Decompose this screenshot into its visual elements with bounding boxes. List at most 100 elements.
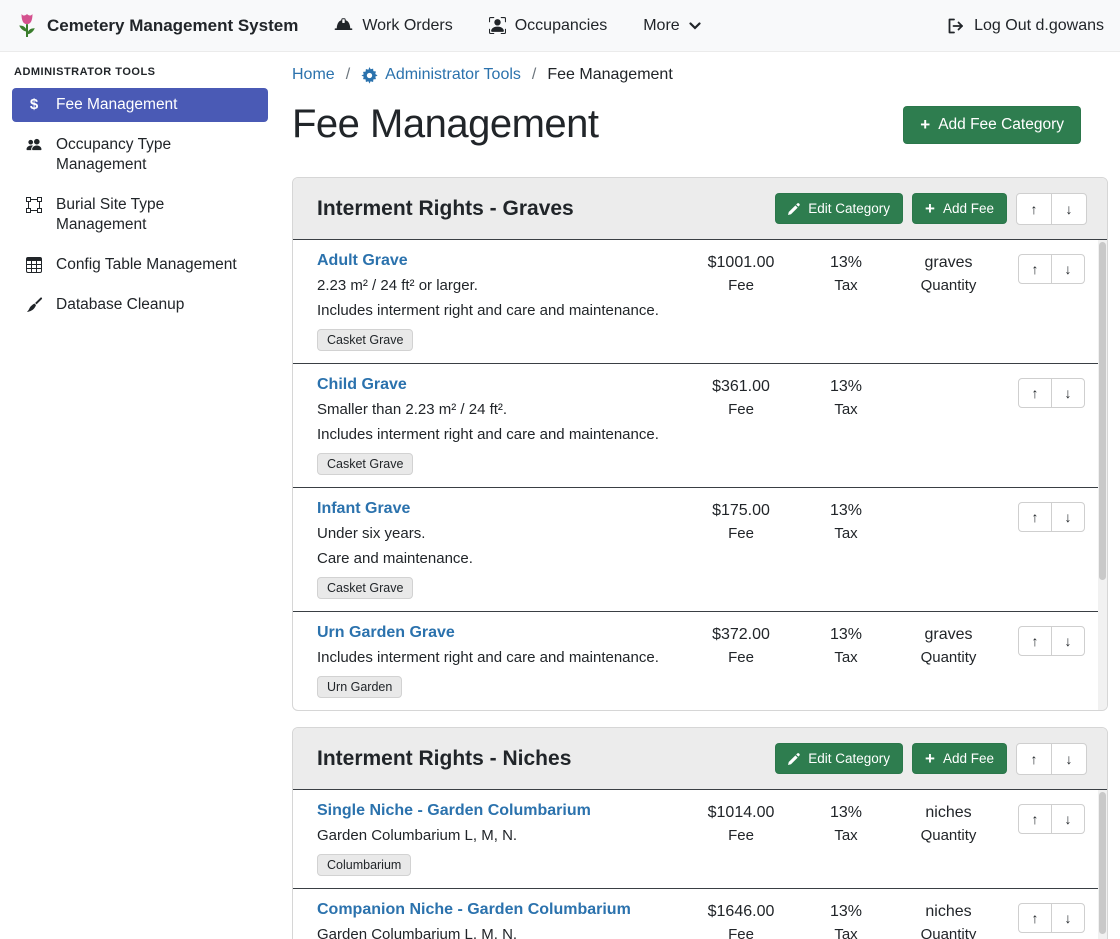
fee-name-link[interactable]: Adult Grave xyxy=(317,252,686,270)
scrollbar-thumb[interactable] xyxy=(1099,792,1106,934)
nav-occupancies-label: Occupancies xyxy=(515,17,608,35)
arrow-down-icon: ↓ xyxy=(1065,910,1072,926)
fee-info: Adult Grave 2.23 m² / 24 ft² or larger. … xyxy=(317,252,686,351)
move-fee-down-button[interactable]: ↓ xyxy=(1051,626,1085,656)
top-navbar: Cemetery Management System Work Orders O… xyxy=(0,0,1120,52)
sidebar-item-fee-management[interactable]: $ Fee Management xyxy=(12,88,268,122)
plus-icon: + xyxy=(925,203,935,215)
arrow-up-icon: ↑ xyxy=(1032,811,1039,827)
dollar-icon: $ xyxy=(24,97,44,113)
move-category-down-button[interactable]: ↓ xyxy=(1051,743,1087,775)
fee-name-link[interactable]: Single Niche - Garden Columbarium xyxy=(317,802,686,820)
nav-work-orders[interactable]: Work Orders xyxy=(334,17,452,35)
add-fee-category-button[interactable]: + Add Fee Category xyxy=(903,106,1081,144)
fee-quantity-label: Quantity xyxy=(896,926,1001,939)
vertical-scrollbar[interactable] xyxy=(1098,240,1107,710)
fee-row: Child Grave Smaller than 2.23 m² / 24 ft… xyxy=(293,363,1107,487)
edit-category-button[interactable]: Edit Category xyxy=(775,743,903,774)
fee-name-link[interactable]: Child Grave xyxy=(317,376,686,394)
move-fee-up-button[interactable]: ↑ xyxy=(1018,903,1052,933)
logout-button[interactable]: Log Out d.gowans xyxy=(947,17,1104,35)
breadcrumb-admin-tools-link[interactable]: Administrator Tools xyxy=(361,66,521,84)
fee-tax-value: 13% xyxy=(796,626,896,644)
move-category-up-button[interactable]: ↑ xyxy=(1016,193,1052,225)
move-fee-down-button[interactable]: ↓ xyxy=(1051,903,1085,933)
arrow-down-icon: ↓ xyxy=(1065,385,1072,401)
arrow-up-icon: ↑ xyxy=(1031,751,1038,767)
move-fee-down-button[interactable]: ↓ xyxy=(1051,502,1085,532)
logout-icon xyxy=(947,18,965,34)
move-fee-down-button[interactable]: ↓ xyxy=(1051,378,1085,408)
sidebar-item-burial-site-type-management[interactable]: Burial Site Type Management xyxy=(12,188,268,242)
fee-reorder-buttons: ↑ ↓ xyxy=(1001,500,1085,532)
nav-more[interactable]: More xyxy=(643,17,700,35)
fee-amount-label: Fee xyxy=(686,401,796,418)
sidebar-heading: ADMINISTRATOR TOOLS xyxy=(14,66,268,78)
fee-name-link[interactable]: Infant Grave xyxy=(317,500,686,518)
brand[interactable]: Cemetery Management System xyxy=(16,13,298,39)
nav-occupancies[interactable]: Occupancies xyxy=(489,17,608,35)
fee-amount-label: Fee xyxy=(686,827,796,844)
category-reorder-buttons: ↑ ↓ xyxy=(1016,743,1087,775)
add-fee-button[interactable]: + Add Fee xyxy=(912,193,1007,224)
fee-quantity-value: graves xyxy=(896,626,1001,644)
vertical-scrollbar[interactable] xyxy=(1098,790,1107,939)
category-header: Interment Rights - Niches Edit Category … xyxy=(293,728,1107,790)
pencil-icon xyxy=(788,203,800,215)
move-fee-up-button[interactable]: ↑ xyxy=(1018,626,1052,656)
add-fee-category-label: Add Fee Category xyxy=(938,116,1064,134)
fee-type-tag: Casket Grave xyxy=(317,577,413,599)
arrow-up-icon: ↑ xyxy=(1032,910,1039,926)
arrow-up-icon: ↑ xyxy=(1032,261,1039,277)
sidebar-item-label: Database Cleanup xyxy=(56,295,184,315)
chevron-down-icon xyxy=(689,22,701,30)
fee-info: Urn Garden Grave Includes interment righ… xyxy=(317,624,686,698)
fee-quantity-label: Quantity xyxy=(896,277,1001,294)
add-fee-button[interactable]: + Add Fee xyxy=(912,743,1007,774)
scrollbar-thumb[interactable] xyxy=(1099,242,1106,580)
fee-tax-label: Tax xyxy=(796,649,896,666)
pencil-icon xyxy=(788,753,800,765)
breadcrumb-separator: / xyxy=(346,66,350,84)
fee-name-link[interactable]: Companion Niche - Garden Columbarium xyxy=(317,901,686,919)
fee-category-card: Interment Rights - Graves Edit Category … xyxy=(292,177,1108,711)
move-fee-down-button[interactable]: ↓ xyxy=(1051,804,1085,834)
arrow-down-icon: ↓ xyxy=(1065,811,1072,827)
move-category-down-button[interactable]: ↓ xyxy=(1051,193,1087,225)
fee-amount-label: Fee xyxy=(686,277,796,294)
move-category-up-button[interactable]: ↑ xyxy=(1016,743,1052,775)
fee-reorder-buttons: ↑ ↓ xyxy=(1001,376,1085,408)
nav-more-label: More xyxy=(643,17,679,35)
edit-category-button[interactable]: Edit Category xyxy=(775,193,903,224)
arrow-up-icon: ↑ xyxy=(1031,201,1038,217)
fee-amount-cell: $361.00 Fee xyxy=(686,376,796,418)
arrow-down-icon: ↓ xyxy=(1065,261,1072,277)
tulip-logo-icon xyxy=(16,13,38,39)
sidebar-item-occupancy-type-management[interactable]: Occupancy Type Management xyxy=(12,128,268,182)
category-body: Single Niche - Garden Columbarium Garden… xyxy=(293,790,1107,939)
logout-label: Log Out d.gowans xyxy=(974,17,1104,35)
fee-reorder-buttons: ↑ ↓ xyxy=(1001,624,1085,656)
fee-reorder-buttons: ↑ ↓ xyxy=(1001,252,1085,284)
fee-quantity-value: graves xyxy=(896,254,1001,272)
breadcrumb-home-link[interactable]: Home xyxy=(292,66,335,84)
move-fee-up-button[interactable]: ↑ xyxy=(1018,804,1052,834)
breadcrumb: Home / Administrator Tools / Fee Managem… xyxy=(292,66,1108,84)
category-list: Interment Rights - Graves Edit Category … xyxy=(292,177,1108,939)
fee-name-link[interactable]: Urn Garden Grave xyxy=(317,624,686,642)
person-bounding-box-icon xyxy=(489,17,506,34)
fee-tax-label: Tax xyxy=(796,525,896,542)
move-fee-up-button[interactable]: ↑ xyxy=(1018,378,1052,408)
fee-row: Single Niche - Garden Columbarium Garden… xyxy=(293,790,1107,888)
move-fee-up-button[interactable]: ↑ xyxy=(1018,502,1052,532)
sidebar-item-label: Config Table Management xyxy=(56,255,237,275)
fee-rows: Single Niche - Garden Columbarium Garden… xyxy=(293,790,1107,939)
broom-icon xyxy=(24,297,44,313)
fee-amount-cell: $372.00 Fee xyxy=(686,624,796,666)
move-fee-down-button[interactable]: ↓ xyxy=(1051,254,1085,284)
sidebar-item-config-table-management[interactable]: Config Table Management xyxy=(12,248,268,282)
sidebar-item-database-cleanup[interactable]: Database Cleanup xyxy=(12,288,268,322)
fee-quantity-value: niches xyxy=(896,903,1001,921)
fee-tax-value: 13% xyxy=(796,804,896,822)
move-fee-up-button[interactable]: ↑ xyxy=(1018,254,1052,284)
